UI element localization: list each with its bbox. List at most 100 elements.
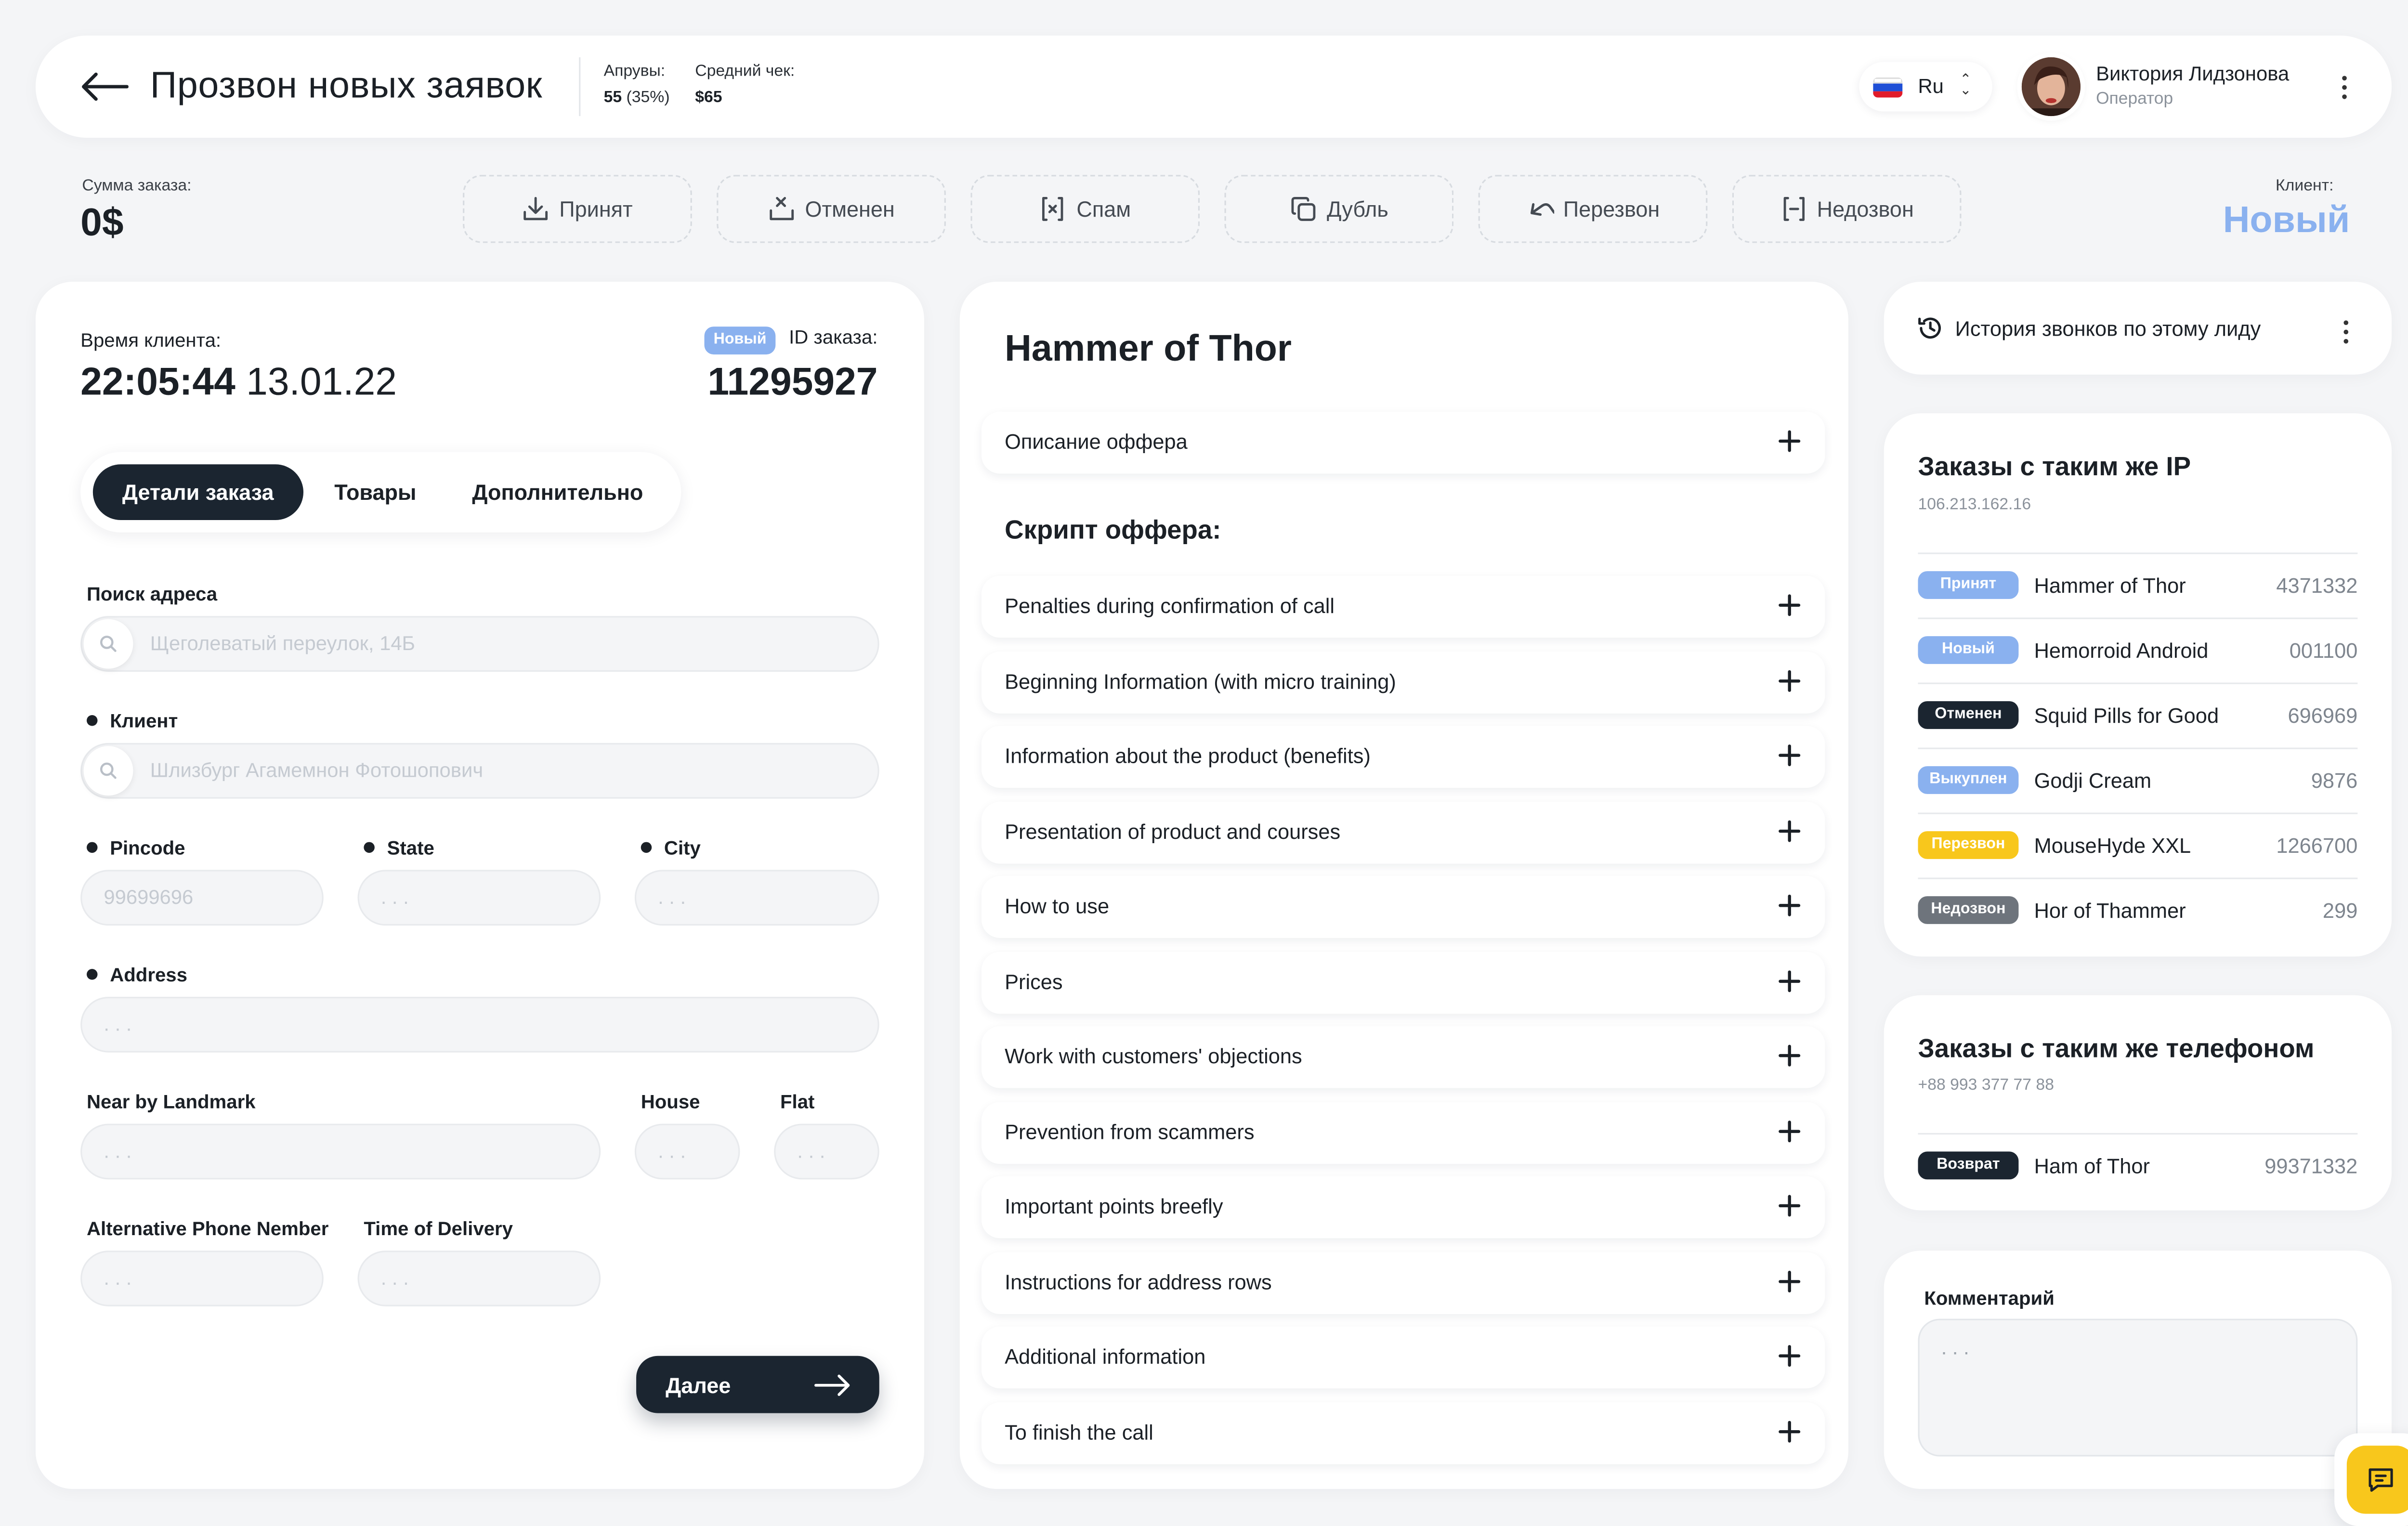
address-search-input[interactable]: Щеголеватый переулок, 14Б <box>80 616 879 672</box>
approvals-stat: Апрувы: 55 (35%) <box>604 62 670 107</box>
order-id-label: ID заказа: <box>789 326 878 349</box>
delivery-time-input[interactable]: . . . <box>357 1251 601 1306</box>
comment-textarea[interactable]: . . . <box>1918 1318 2358 1457</box>
avg-check-stat: Средний чек: $65 <box>695 62 795 107</box>
spam-icon <box>1043 197 1064 221</box>
plus-icon <box>1777 818 1802 843</box>
order-row[interactable]: Выкуплен Godji Cream 9876 <box>1918 747 2358 814</box>
more-menu-icon[interactable] <box>2343 320 2350 348</box>
flat-input[interactable]: . . . <box>774 1123 879 1180</box>
client-time-label: Время клиента: <box>80 329 222 352</box>
more-menu-icon[interactable] <box>2342 76 2348 104</box>
cancel-tray-icon <box>770 197 794 221</box>
comment-placeholder: . . . <box>1941 1335 1969 1359</box>
required-dot <box>87 715 98 726</box>
header-divider <box>579 57 581 117</box>
order-sum-label: Сумма заказа: <box>82 176 192 195</box>
same-ip-title: Заказы с таким же IP <box>1918 452 2191 482</box>
tab-order-details[interactable]: Детали заказа <box>92 464 303 520</box>
offer-card: Hammer of Thor Описание оффера Скрипт оф… <box>959 282 1848 1489</box>
status-badge: Отменен <box>1918 701 2019 729</box>
callback-button[interactable]: Перезвон <box>1478 175 1708 243</box>
back-arrow-icon[interactable] <box>79 70 129 104</box>
accept-label: Принят <box>559 196 633 222</box>
order-row[interactable]: Перезвон MouseHyde XXL 1266700 <box>1918 812 2358 879</box>
russia-flag-icon <box>1873 77 1903 98</box>
script-accordion-item[interactable]: Prevention from scammers <box>981 1101 1825 1163</box>
script-accordion-item[interactable]: Instructions for address rows <box>981 1251 1825 1314</box>
missed-call-icon <box>1783 197 1805 221</box>
avatar[interactable] <box>2021 57 2081 117</box>
required-dot <box>87 842 98 853</box>
product-name: MouseHyde XXL <box>2034 834 2191 858</box>
script-accordion-item[interactable]: Additional information <box>981 1326 1825 1389</box>
script-accordion-item[interactable]: How to use <box>981 876 1825 938</box>
address-input[interactable]: . . . <box>80 997 879 1053</box>
house-input[interactable]: . . . <box>634 1123 740 1180</box>
pincode-input[interactable]: 99699696 <box>80 870 324 926</box>
client-status-value: Новый <box>2223 199 2350 242</box>
search-icon <box>83 619 133 669</box>
order-row[interactable]: Новый Hemorroid Android 001100 <box>1918 617 2358 684</box>
tab-additional[interactable]: Дополнительно <box>443 464 672 520</box>
script-accordion-item[interactable]: Prices <box>981 951 1825 1013</box>
script-accordion-item[interactable]: Information about the product (benefits) <box>981 726 1825 788</box>
script-accordion-item[interactable]: Beginning Information (with micro traini… <box>981 651 1825 713</box>
state-input[interactable]: . . . <box>357 870 601 926</box>
house-placeholder: . . . <box>658 1139 686 1162</box>
order-id-header: Новый ID заказа: <box>704 326 878 355</box>
script-accordion-item[interactable]: To finish the call <box>981 1401 1825 1464</box>
order-row[interactable]: Недозвон Hor of Thammer 299 <box>1918 877 2358 944</box>
language-select[interactable]: Ru ⌃ ⌄ <box>1859 62 1992 112</box>
accept-button[interactable]: Принят <box>463 175 692 243</box>
script-accordion-item[interactable]: Work with customers' objections <box>981 1026 1825 1088</box>
script-accordion-item[interactable]: Presentation of product and courses <box>981 801 1825 863</box>
chevron-up-down-icon: ⌃ ⌄ <box>1960 71 1972 98</box>
landmark-input[interactable]: . . . <box>80 1123 601 1180</box>
client-input[interactable]: Шлизбург Агамемнон Фотошопович <box>80 743 879 799</box>
order-row[interactable]: Отменен Squid Pills for Good 696969 <box>1918 682 2358 749</box>
address-search-placeholder: Щеголеватый переулок, 14Б <box>150 631 415 655</box>
spam-label: Спам <box>1076 196 1131 222</box>
state-placeholder: . . . <box>380 885 409 909</box>
chat-button[interactable] <box>2334 1433 2408 1526</box>
cancel-order-button[interactable]: Отменен <box>717 175 946 243</box>
offer-description-accordion[interactable]: Описание оффера <box>981 412 1825 474</box>
alt-phone-input[interactable]: . . . <box>80 1251 324 1306</box>
product-name: Squid Pills for Good <box>2034 704 2219 728</box>
tab-products[interactable]: Товары <box>305 464 445 520</box>
header-bar: Прозвон новых заявок Апрувы: 55 (35%) Ср… <box>35 35 2392 138</box>
accordion-label: Prevention from scammers <box>1005 1120 1255 1143</box>
pincode-label: Pincode <box>87 837 185 859</box>
order-row[interactable]: Возврат Ham of Thor 99371332 <box>1918 1133 2358 1200</box>
required-dot <box>364 842 375 853</box>
next-label: Далее <box>666 1373 731 1398</box>
script-accordion-item[interactable]: Penalties during confirmation of call <box>981 575 1825 638</box>
search-icon <box>83 746 133 796</box>
accordion-label: Additional information <box>1005 1345 1206 1369</box>
accordion-label: Prices <box>1005 969 1063 993</box>
order-id: 4371332 <box>2276 574 2358 598</box>
alt-phone-placeholder: . . . <box>104 1266 132 1290</box>
city-input[interactable]: . . . <box>634 870 879 926</box>
same-phone-number: +88 993 377 77 88 <box>1918 1075 2055 1095</box>
flat-label: Flat <box>780 1091 815 1113</box>
alt-phone-label: Alternative Phone Nember <box>87 1218 329 1240</box>
plus-icon <box>1777 593 1802 617</box>
duplicate-button[interactable]: Дубль <box>1224 175 1454 243</box>
callback-icon <box>1530 203 1554 216</box>
call-history-card[interactable]: История звонков по этому лиду <box>1884 282 2392 375</box>
same-ip-address: 106.213.162.16 <box>1918 495 2031 514</box>
address-placeholder: . . . <box>104 1012 132 1036</box>
script-accordion-item[interactable]: Important points breefly <box>981 1176 1825 1239</box>
accordion-label: Penalties during confirmation of call <box>1005 594 1335 618</box>
flat-placeholder: . . . <box>797 1139 825 1162</box>
order-row[interactable]: Принят Hammer of Thor 4371332 <box>1918 552 2358 619</box>
order-id: 11295927 <box>707 360 878 404</box>
next-button[interactable]: Далее <box>636 1356 879 1413</box>
approvals-value: 55 (35%) <box>603 88 670 107</box>
spam-button[interactable]: Спам <box>970 175 1200 243</box>
plus-icon <box>1777 1193 1802 1218</box>
missed-call-button[interactable]: Недозвон <box>1732 175 1962 243</box>
accordion-label: To finish the call <box>1005 1420 1153 1444</box>
